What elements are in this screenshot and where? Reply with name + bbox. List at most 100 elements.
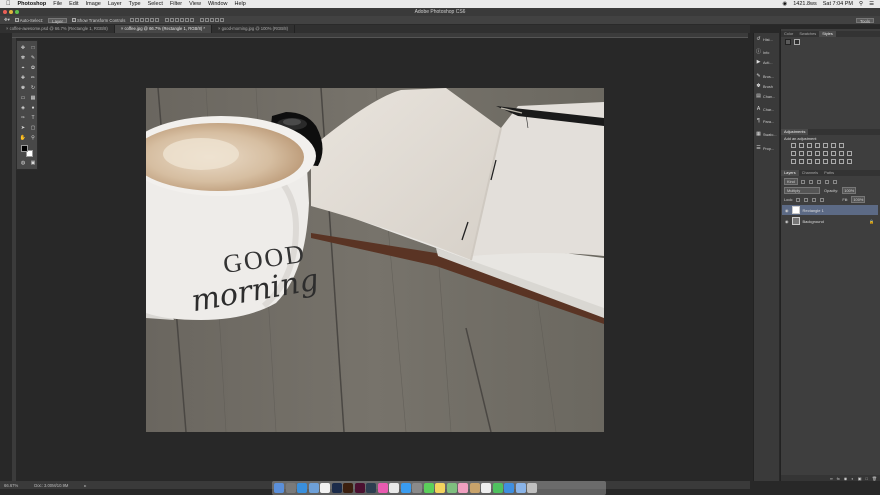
adjustment-icon[interactable] <box>807 159 812 164</box>
downloads-icon[interactable] <box>504 483 514 493</box>
mail-icon[interactable] <box>308 483 319 493</box>
adjustment-icon[interactable] <box>839 159 844 164</box>
doc-tab-active[interactable]: × coffee.jpg @ 66.7% (Rectangle 1, RGB/8… <box>114 25 212 33</box>
trash-icon[interactable] <box>527 483 537 493</box>
healing-brush-tool-icon[interactable]: ✚ <box>19 74 27 81</box>
panel-button-brush-presets[interactable]: ✎ Brus... <box>756 74 774 79</box>
battery-status[interactable]: 1421.8ws <box>793 1 817 7</box>
adjustment-icon[interactable] <box>823 151 828 156</box>
show-transform-checkbox[interactable]: Show Transform Controls <box>71 18 125 23</box>
adjustment-icon[interactable] <box>807 151 812 156</box>
adjustment-icon[interactable] <box>839 151 844 156</box>
delete-layer-icon[interactable]: 🗑 <box>872 476 877 481</box>
clone-stamp-tool-icon[interactable]: ♚ <box>19 84 27 91</box>
link-layers-icon[interactable]: ∞ <box>830 476 833 481</box>
notification-center-icon[interactable]: ☰ <box>869 1 874 7</box>
menu-edit[interactable]: Edit <box>69 1 78 7</box>
panel-button-swatches[interactable]: ▦ Swatc... <box>756 132 776 137</box>
screen-mode-icon[interactable]: ▣ <box>29 159 37 166</box>
tab-channels[interactable]: Channels <box>799 170 821 176</box>
adjustment-icon[interactable] <box>815 159 820 164</box>
panel-button-history[interactable]: ↺ Hist... <box>756 37 772 42</box>
doc-tab[interactable]: × good-morning.jpg @ 100% (RGB/8) <box>212 25 295 33</box>
tab-swatches[interactable]: Swatches <box>796 31 819 37</box>
contacts-icon[interactable] <box>469 483 480 493</box>
lock-all-icon[interactable] <box>820 197 825 202</box>
foreground-color-swatch[interactable] <box>21 145 28 152</box>
blend-mode-dropdown[interactable]: Multiply <box>784 187 820 194</box>
lock-image-icon[interactable] <box>804 197 809 202</box>
opacity-field[interactable]: 100% <box>842 187 857 194</box>
fill-field[interactable]: 100% <box>851 196 866 203</box>
doc-tab[interactable]: × coffee-awesome.psd @ 66.7% (Rectangle … <box>0 25 115 33</box>
wifi-icon[interactable]: ◉ <box>782 1 787 7</box>
distribute-buttons[interactable] <box>165 17 195 23</box>
adjustment-icon[interactable] <box>807 143 812 148</box>
align-buttons[interactable] <box>130 17 160 23</box>
preferences-icon[interactable] <box>412 483 422 493</box>
new-adjustment-icon[interactable]: ◐ <box>851 476 853 481</box>
style-swatch[interactable] <box>794 39 800 45</box>
lock-position-icon[interactable] <box>812 197 817 202</box>
lasso-tool-icon[interactable]: ✾ <box>19 54 27 61</box>
layer-row-rectangle-1[interactable]: ◉ Rectangle 1 <box>782 205 878 215</box>
menu-select[interactable]: Select <box>148 1 163 7</box>
tab-paths[interactable]: Paths <box>821 170 837 176</box>
indesign-icon[interactable] <box>354 483 365 493</box>
tab-color[interactable]: Color <box>781 31 796 37</box>
layer-style-icon[interactable]: fx <box>837 476 840 481</box>
history-brush-tool-icon[interactable]: ↻ <box>29 84 37 91</box>
lightroom-icon[interactable] <box>366 483 376 493</box>
photos-icon[interactable] <box>458 483 468 493</box>
dodge-tool-icon[interactable]: ● <box>29 104 37 111</box>
adjustment-icon[interactable] <box>815 143 820 148</box>
app-store-icon[interactable] <box>400 483 411 493</box>
clock[interactable]: Sat 7:04 PM <box>823 1 853 7</box>
adjustment-icon[interactable] <box>791 143 796 148</box>
app-menu[interactable]: Photoshop <box>18 1 47 7</box>
type-tool-icon[interactable]: T <box>29 114 37 121</box>
tab-styles[interactable]: Styles <box>819 31 836 37</box>
eraser-tool-icon[interactable]: ▭ <box>19 94 27 101</box>
new-group-icon[interactable]: ▣ <box>858 476 862 481</box>
apple-menu-icon[interactable]:  <box>6 1 11 7</box>
safari-icon[interactable] <box>297 483 307 493</box>
brush-tool-icon[interactable]: ✏ <box>29 74 37 81</box>
notes-icon[interactable] <box>435 483 445 493</box>
finder-icon[interactable] <box>274 483 284 493</box>
menu-window[interactable]: Window <box>208 1 228 7</box>
adjustment-icon[interactable] <box>831 151 836 156</box>
document-image[interactable]: GOOD morning <box>146 88 604 432</box>
zoom-level[interactable]: 66.67% <box>4 483 18 488</box>
menu-layer[interactable]: Layer <box>108 1 122 7</box>
auto-select-checkbox[interactable]: Auto-Select: <box>14 18 43 23</box>
hand-tool-icon[interactable]: ✋ <box>19 134 27 141</box>
add-mask-icon[interactable]: ◉ <box>844 476 848 481</box>
adjustment-icon[interactable] <box>823 143 828 148</box>
marquee-tool-icon[interactable]: □ <box>29 44 37 51</box>
adjustment-icon[interactable] <box>831 159 836 164</box>
panel-button-channels[interactable]: ▤ Chan... <box>756 94 775 99</box>
quick-mask-icon[interactable]: ◍ <box>19 159 27 166</box>
adjustment-icon[interactable] <box>847 151 852 156</box>
tab-layers[interactable]: Layers <box>781 170 799 176</box>
gradient-tool-icon[interactable]: ▦ <box>29 94 37 101</box>
filter-shape-icon[interactable] <box>824 179 829 184</box>
filter-type-icon[interactable] <box>816 179 821 184</box>
calendar-icon[interactable] <box>320 483 330 493</box>
eyedropper-tool-icon[interactable]: ✿ <box>29 64 37 71</box>
facetime-icon[interactable] <box>492 483 503 493</box>
adjustment-icon[interactable] <box>791 151 796 156</box>
adjustment-icon[interactable] <box>791 159 796 164</box>
panel-button-brush[interactable]: ✽ Brush <box>756 84 773 89</box>
auto-select-dropdown[interactable]: Layer <box>48 17 67 24</box>
menu-help[interactable]: Help <box>235 1 246 7</box>
spotlight-icon[interactable]: ⚲ <box>859 1 863 7</box>
panel-button-paragraph[interactable]: ¶ Para... <box>756 119 774 124</box>
move-tool-preset-icon[interactable]: ✥▾ <box>4 17 10 23</box>
quick-select-tool-icon[interactable]: ✎ <box>29 54 37 61</box>
adjustment-icon[interactable] <box>815 151 820 156</box>
shape-tool-icon[interactable]: ▢ <box>29 124 37 131</box>
zoom-tool-icon[interactable]: ⚲ <box>29 134 37 141</box>
panel-button-properties[interactable]: ☰ Prop... <box>756 146 774 151</box>
